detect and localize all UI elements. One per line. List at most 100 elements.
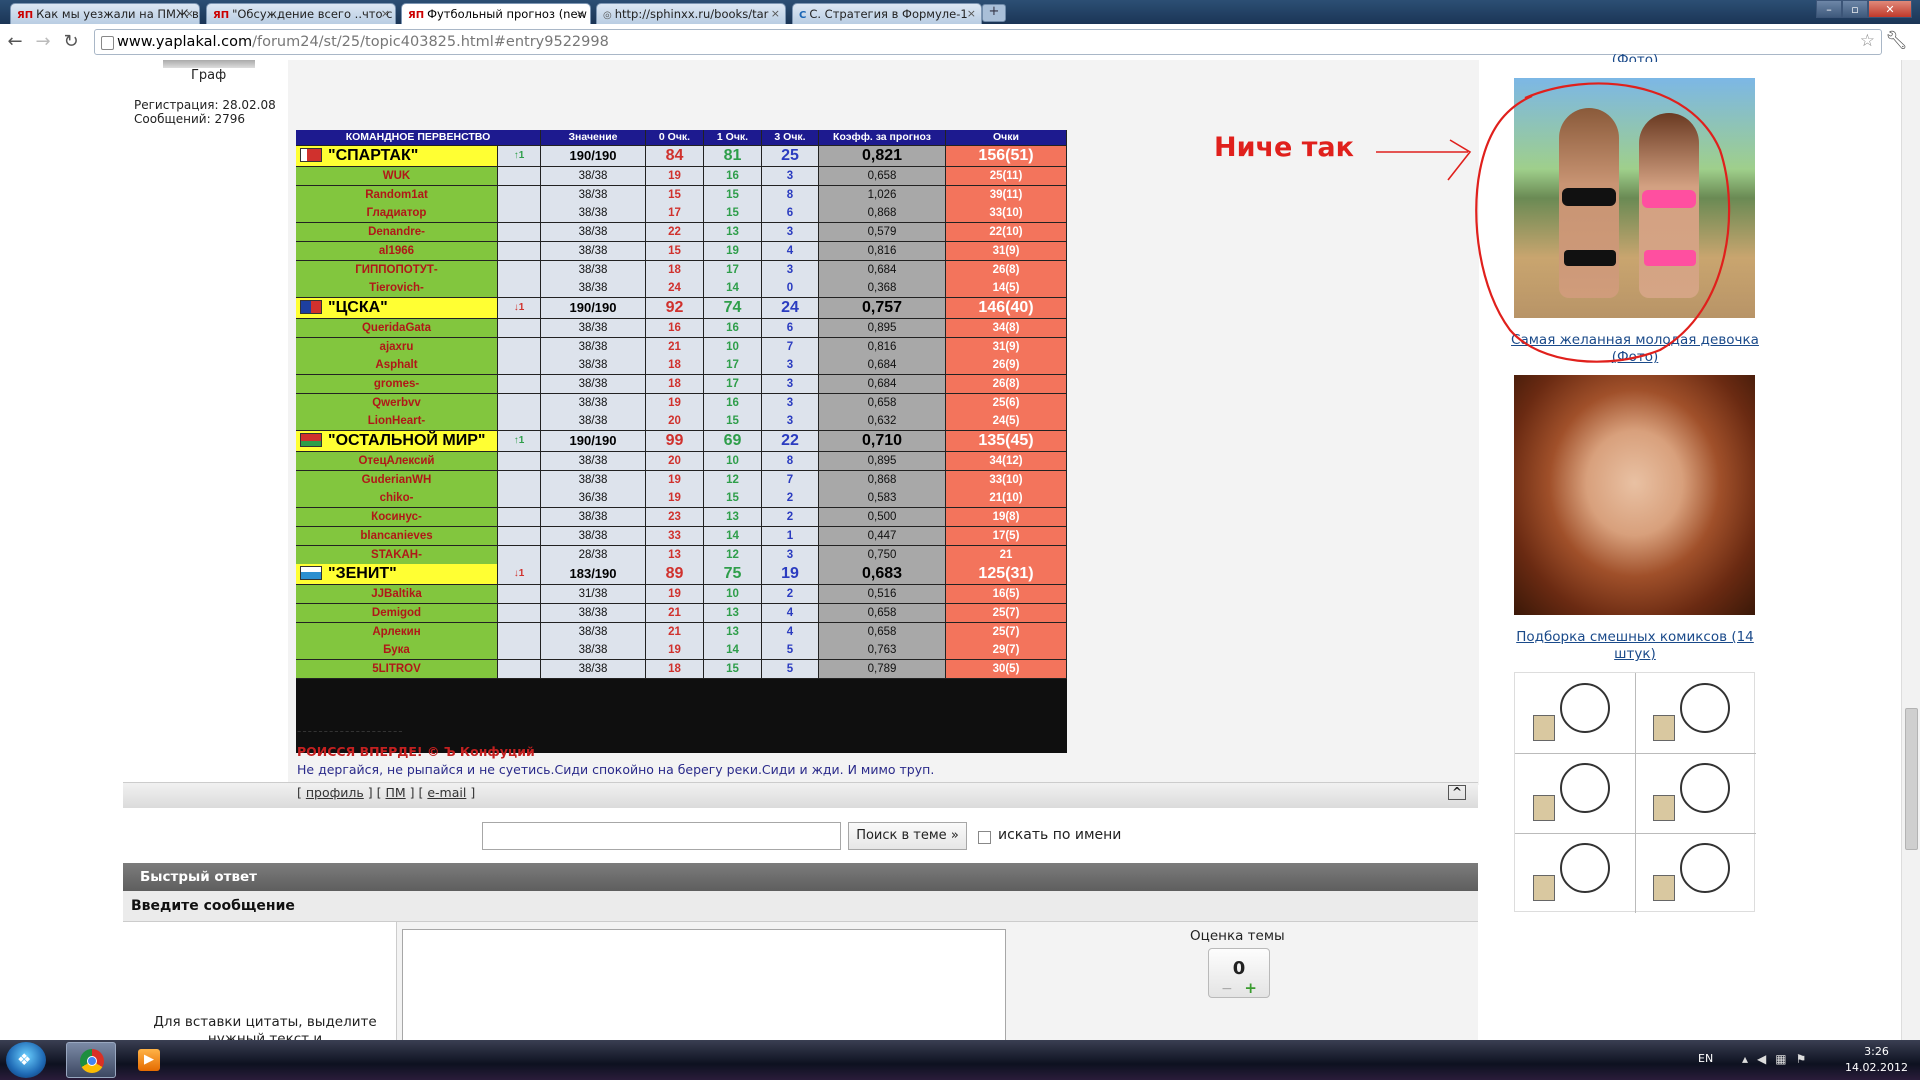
tab-1[interactable]: ЯП Как мы уезжали на ПМЖ в × xyxy=(10,3,200,24)
maximize-button[interactable]: ▫ xyxy=(1842,0,1868,18)
player-stat: 4 xyxy=(762,604,819,623)
reload-icon[interactable]: ↻ xyxy=(60,31,82,53)
table-header-cell: 1 Очк. xyxy=(704,130,762,146)
player-trend-empty xyxy=(498,394,541,413)
player-stat: 24(5) xyxy=(946,412,1067,431)
tab-close-icon[interactable]: × xyxy=(576,7,585,20)
team-row-name: "ОСТАЛЬНОЙ МИР" xyxy=(296,431,498,453)
team-zero-points: 84 xyxy=(646,146,704,167)
topic-search-input[interactable] xyxy=(482,822,841,850)
player-stat: 17 xyxy=(704,356,762,375)
globe-icon: ◎ xyxy=(603,10,612,21)
rating-plus-button[interactable]: + xyxy=(1244,979,1257,997)
scrollbar-thumb[interactable] xyxy=(1905,708,1918,850)
page-icon xyxy=(101,36,114,50)
player-stat: 17 xyxy=(704,375,762,394)
tab-close-icon[interactable]: × xyxy=(967,7,976,20)
tab-label: Футбольный прогноз (new xyxy=(427,7,587,21)
player-stat: 16 xyxy=(646,319,704,338)
close-window-button[interactable]: ✕ xyxy=(1868,0,1912,18)
sidebar-photo-girls[interactable] xyxy=(1514,78,1755,318)
player-stat: 19 xyxy=(646,641,704,660)
tab-strip: ЯП Как мы уезжали на ПМЖ в × ЯП "Обсуждение … xyxy=(0,0,1920,25)
tab-close-icon[interactable]: × xyxy=(771,7,780,20)
team-value: 190/190 xyxy=(541,297,646,319)
tray-icons: ▴◀▦⚑ xyxy=(1742,1052,1815,1066)
tab-label: С. Стратегия в Формуле-1 xyxy=(809,7,968,21)
back-arrow-icon[interactable]: ← xyxy=(4,31,26,53)
player-stat: 19 xyxy=(704,242,762,261)
tab-4[interactable]: ◎ http://sphinxx.ru/books/tar × xyxy=(596,3,786,24)
new-tab-button[interactable]: + xyxy=(982,4,1006,22)
media-player-icon: ▶ xyxy=(138,1049,160,1071)
page-scrollbar[interactable] xyxy=(1901,60,1920,1040)
taskbar-chrome[interactable] xyxy=(66,1042,116,1078)
team-row-name: "ЦСКА" xyxy=(296,297,498,319)
sidebar-link-comics[interactable]: Подборка смешных комиксов (14 штук) xyxy=(1508,629,1762,663)
player-trend-empty xyxy=(498,604,541,623)
player-stat: 2 xyxy=(762,585,819,604)
player-stat: 38/38 xyxy=(541,604,646,623)
taskbar-media-player[interactable]: ▶ xyxy=(124,1042,174,1078)
comic-cup xyxy=(1653,795,1675,821)
tab-3[interactable]: ЯП Футбольный прогноз (new × xyxy=(401,3,591,25)
reply-textarea[interactable] xyxy=(402,929,1006,1042)
wrench-menu-icon[interactable]: 🔧︎ xyxy=(1885,30,1908,51)
player-trend-empty xyxy=(498,471,541,490)
network-icon[interactable]: ▦ xyxy=(1775,1052,1795,1066)
sidebar-photo-portrait[interactable] xyxy=(1514,375,1755,615)
player-stat: 38/38 xyxy=(541,527,646,546)
player-stat: 38/38 xyxy=(541,242,646,261)
search-by-name-checkbox[interactable] xyxy=(978,831,991,844)
player-trend-empty xyxy=(498,279,541,298)
team-one-points: 69 xyxy=(704,431,762,453)
comic-cup xyxy=(1533,875,1555,901)
team-value: 183/190 xyxy=(541,564,646,586)
player-stat: 25(7) xyxy=(946,604,1067,623)
pm-link[interactable]: ПМ xyxy=(385,785,405,800)
team-name: "ОСТАЛЬНОЙ МИР" xyxy=(328,432,486,450)
email-link[interactable]: e-mail xyxy=(427,785,466,800)
comic-grid-line xyxy=(1515,753,1756,754)
player-stat: 10 xyxy=(704,585,762,604)
player-trend-empty xyxy=(498,223,541,242)
player-stat: 33(10) xyxy=(946,471,1067,490)
team-points: 156(51) xyxy=(946,146,1067,167)
scroll-top-button[interactable]: ^ xyxy=(1448,785,1467,800)
tab-5[interactable]: C С. Стратегия в Формуле-1 × xyxy=(792,3,982,24)
player-trend-empty xyxy=(498,641,541,660)
sidebar-link-girl[interactable]: Самая желанная молодая девочка (Фото) xyxy=(1508,332,1762,366)
tab-2[interactable]: ЯП "Обсуждение всего ..что с × xyxy=(206,3,396,24)
player-stat: 21 xyxy=(946,546,1067,565)
player-stat: 24 xyxy=(646,279,704,298)
start-button[interactable]: ❖ xyxy=(6,1042,46,1078)
search-topic-button[interactable]: Поиск в теме » xyxy=(848,822,967,850)
player-stat: 0,583 xyxy=(819,489,946,508)
tab-close-icon[interactable]: × xyxy=(381,7,390,20)
player-stat: 19 xyxy=(646,471,704,490)
minimize-button[interactable]: – xyxy=(1816,0,1842,18)
system-clock[interactable]: 3:26 14.02.2012 xyxy=(1845,1044,1908,1076)
player-stat: 21 xyxy=(646,338,704,357)
tray-expand-icon[interactable]: ▴ xyxy=(1742,1052,1757,1066)
forward-arrow-icon[interactable]: → xyxy=(32,31,54,53)
language-indicator[interactable]: EN xyxy=(1698,1052,1713,1065)
player-trend-empty xyxy=(498,489,541,508)
favicon-icon: C xyxy=(799,10,807,21)
author-name[interactable]: Граф xyxy=(191,68,226,83)
team-coefficient: 0,821 xyxy=(819,146,946,167)
tab-close-icon[interactable]: × xyxy=(185,7,194,20)
sidebar-photo-comics[interactable] xyxy=(1514,672,1756,913)
player-stat: 21 xyxy=(646,604,704,623)
player-trend-empty xyxy=(498,242,541,261)
sidebar-top-caption[interactable]: (Фото) xyxy=(1610,52,1660,62)
rating-value: 0 xyxy=(1232,958,1246,979)
team-three-points: 25 xyxy=(762,146,819,167)
signature-text: Не дергайся, не рыпайся и не суетись.Сид… xyxy=(297,762,935,777)
volume-icon[interactable]: ◀ xyxy=(1757,1052,1775,1066)
rating-minus-button[interactable]: − xyxy=(1221,981,1233,997)
post-author-column xyxy=(123,60,288,785)
profile-link[interactable]: профиль xyxy=(306,785,364,800)
bookmark-star-icon[interactable]: ☆ xyxy=(1860,31,1875,51)
flag-icon[interactable]: ⚑ xyxy=(1796,1052,1816,1066)
